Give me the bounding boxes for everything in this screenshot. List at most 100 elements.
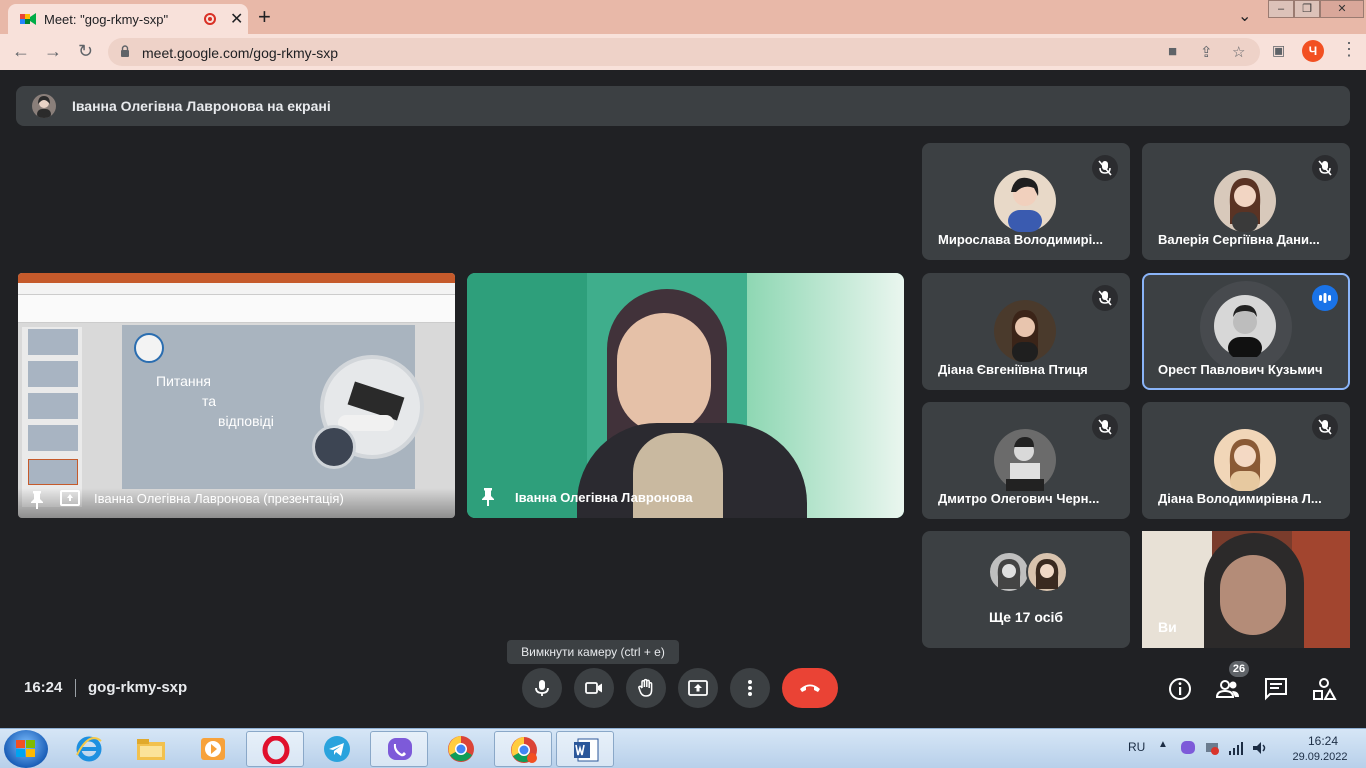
more-participants-tile[interactable]: Ще 17 осіб bbox=[922, 531, 1130, 648]
participant-tile[interactable]: Діана Володимирівна Л... bbox=[1142, 402, 1350, 519]
slide-title-line2: та bbox=[202, 393, 217, 409]
microphone-button[interactable] bbox=[522, 668, 562, 708]
presenter-camera-tile[interactable]: Іванна Олегівна Лавронова bbox=[467, 273, 904, 518]
participant-tile[interactable]: Валерія Сергіївна Дани... bbox=[1142, 143, 1350, 260]
restore-window-button[interactable]: ❐ bbox=[1294, 0, 1320, 18]
muted-mic-icon bbox=[1092, 414, 1118, 440]
slide-title-line3: відповіді bbox=[218, 413, 274, 429]
minimize-window-button[interactable]: – bbox=[1268, 0, 1294, 18]
presenting-text: Іванна Олегівна Лавронова на екрані bbox=[72, 98, 331, 114]
more-participants-label: Ще 17 осіб bbox=[988, 609, 1064, 625]
self-view-label: Ви bbox=[1158, 619, 1177, 635]
clock-date[interactable]: 29.09.2022 bbox=[1290, 751, 1350, 763]
participant-name: Мирослава Володимирі... bbox=[938, 232, 1104, 247]
slide-logo-icon bbox=[134, 333, 164, 363]
telegram-icon[interactable] bbox=[308, 731, 366, 767]
self-view-tile[interactable]: Ви bbox=[1142, 531, 1350, 648]
close-window-button[interactable]: ✕ bbox=[1320, 0, 1364, 18]
share-icon[interactable]: ⇪ bbox=[1200, 43, 1213, 61]
recording-indicator-icon bbox=[204, 13, 216, 25]
present-now-button[interactable] bbox=[678, 668, 718, 708]
back-arrow-icon[interactable]: ← bbox=[12, 41, 30, 62]
participant-avatar bbox=[994, 170, 1056, 232]
slide-badge-circle bbox=[312, 425, 356, 469]
network-warning-icon[interactable] bbox=[1204, 740, 1220, 756]
presentation-tile[interactable]: Питання та відповіді Іванна Олегівна Лав… bbox=[18, 273, 455, 518]
windows-taskbar: RU ▲ 16:24 29.09.2022 bbox=[0, 728, 1366, 768]
people-icon[interactable] bbox=[1215, 676, 1241, 702]
participant-avatar bbox=[988, 551, 1030, 593]
participant-tile[interactable]: Мирослава Володимирі... bbox=[922, 143, 1130, 260]
pin-icon[interactable] bbox=[481, 488, 495, 506]
tab-title: Meet: "gog-rkmy-sxp" bbox=[44, 12, 169, 27]
ppt-ribbon bbox=[18, 295, 455, 323]
camera-button[interactable] bbox=[574, 668, 614, 708]
camera-tooltip: Вимкнути камеру (ctrl + e) bbox=[507, 640, 679, 664]
raise-hand-button[interactable] bbox=[626, 668, 666, 708]
participant-avatar bbox=[1026, 551, 1068, 593]
muted-mic-icon bbox=[1312, 414, 1338, 440]
participant-count-badge: 26 bbox=[1229, 661, 1249, 677]
tab-search-chevron-icon[interactable]: ⌄ bbox=[1238, 6, 1251, 26]
microphone-icon bbox=[535, 680, 549, 696]
participant-tile-speaking[interactable]: Орест Павлович Кузьмич bbox=[1142, 273, 1350, 390]
participant-tile[interactable]: Дмитро Олегович Черн... bbox=[922, 402, 1130, 519]
tray-expand-icon[interactable]: ▲ bbox=[1158, 739, 1168, 750]
signal-strength-icon[interactable] bbox=[1228, 740, 1244, 756]
muted-mic-icon bbox=[1092, 155, 1118, 181]
browser-tab[interactable]: Meet: "gog-rkmy-sxp" ✕ bbox=[8, 4, 248, 34]
activities-icon[interactable] bbox=[1311, 676, 1337, 702]
presenter-face bbox=[617, 313, 711, 433]
divider bbox=[75, 679, 76, 697]
more-options-button[interactable] bbox=[730, 668, 770, 708]
participant-name: Валерія Сергіївна Дани... bbox=[1158, 232, 1320, 247]
profile-avatar[interactable]: Ч bbox=[1302, 40, 1324, 62]
participant-avatar bbox=[1214, 429, 1276, 491]
file-explorer-icon[interactable] bbox=[122, 731, 180, 767]
ppt-menu-bar bbox=[18, 283, 455, 295]
opera-icon[interactable] bbox=[246, 731, 304, 767]
hang-up-icon bbox=[800, 684, 820, 692]
viber-tray-icon[interactable] bbox=[1180, 740, 1196, 756]
self-view-face bbox=[1220, 555, 1286, 635]
internet-explorer-icon[interactable] bbox=[60, 731, 118, 767]
chat-icon[interactable] bbox=[1263, 676, 1289, 702]
word-icon[interactable] bbox=[556, 731, 614, 767]
clock-time[interactable]: 16:24 bbox=[1298, 734, 1348, 748]
reload-icon[interactable]: ↻ bbox=[78, 41, 93, 62]
side-panel-icon[interactable]: ▣ bbox=[1272, 42, 1285, 59]
participant-name: Орест Павлович Кузьмич bbox=[1158, 362, 1323, 377]
url-text: meet.google.com/gog-rkmy-sxp bbox=[142, 45, 339, 61]
close-tab-icon[interactable]: ✕ bbox=[230, 9, 243, 29]
pin-icon[interactable] bbox=[30, 491, 44, 509]
chrome-profile-icon[interactable] bbox=[494, 731, 552, 767]
bookmark-star-icon[interactable]: ☆ bbox=[1232, 43, 1245, 61]
browser-menu-icon[interactable]: ⋮ bbox=[1340, 39, 1358, 60]
participant-name: Діана Євгеніївна Птиця bbox=[938, 362, 1088, 377]
speaking-indicator-icon bbox=[1312, 285, 1338, 311]
presenting-banner: Іванна Олегівна Лавронова на екрані bbox=[16, 86, 1350, 126]
participant-tile[interactable]: Діана Євгеніївна Птиця bbox=[922, 273, 1130, 390]
viber-icon[interactable] bbox=[370, 731, 428, 767]
camera-in-use-icon[interactable]: ■ bbox=[1168, 43, 1177, 60]
participant-avatar bbox=[994, 300, 1056, 362]
participant-avatar bbox=[994, 429, 1056, 491]
raise-hand-icon bbox=[638, 678, 653, 697]
ppt-title-bar bbox=[18, 273, 455, 283]
leave-call-button[interactable] bbox=[782, 668, 838, 708]
start-button-icon[interactable] bbox=[4, 730, 48, 768]
media-player-icon[interactable] bbox=[184, 731, 242, 767]
forward-arrow-icon[interactable]: → bbox=[44, 41, 62, 62]
present-screen-icon bbox=[60, 490, 80, 506]
new-tab-icon[interactable]: + bbox=[258, 4, 271, 30]
meeting-time: 16:24 bbox=[24, 679, 63, 696]
chrome-icon[interactable] bbox=[432, 731, 490, 767]
volume-icon[interactable] bbox=[1252, 740, 1268, 756]
slide-title-line1: Питання bbox=[156, 373, 211, 389]
address-bar[interactable]: meet.google.com/gog-rkmy-sxp ■ ⇪ ☆ bbox=[108, 38, 1260, 66]
participant-name: Діана Володимирівна Л... bbox=[1158, 491, 1322, 506]
language-indicator[interactable]: RU bbox=[1128, 740, 1145, 754]
meeting-details-info-icon[interactable] bbox=[1167, 676, 1193, 702]
participant-avatar bbox=[1214, 170, 1276, 232]
browser-toolbar: ← → ↻ meet.google.com/gog-rkmy-sxp ■ ⇪ ☆… bbox=[0, 34, 1366, 70]
